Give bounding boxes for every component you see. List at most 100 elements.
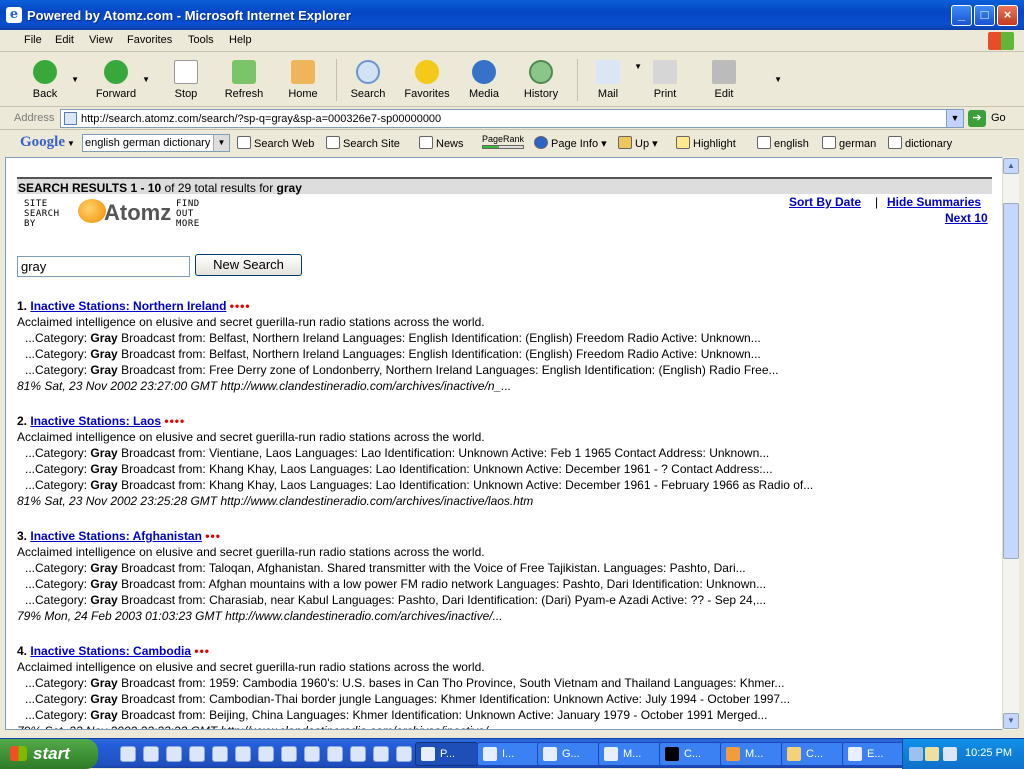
word-find-english[interactable]: english [757, 136, 809, 150]
edit-button[interactable]: Edit ▼ [696, 57, 782, 103]
highlight-button[interactable]: Highlight [676, 136, 736, 150]
word-find-dictionary[interactable]: dictionary [888, 136, 952, 150]
menu-view[interactable]: View [89, 34, 113, 46]
menu-favorites[interactable]: Favorites [127, 34, 172, 46]
result-title-link[interactable]: Inactive Stations: Cambodia [30, 644, 191, 658]
close-button[interactable]: × [997, 5, 1018, 26]
media-button[interactable]: Media [456, 57, 512, 103]
clock[interactable]: 10:25 PM [965, 747, 1012, 759]
snippet-text: Broadcast from: Beijing, China Languages… [117, 708, 768, 722]
menu-tools[interactable]: Tools [188, 34, 214, 46]
go-arrow-icon[interactable]: ➔ [968, 110, 986, 127]
forward-button[interactable]: Forward ▼ [88, 57, 150, 103]
result-snippet: ...Category: Gray Broadcast from: Free D… [17, 362, 997, 378]
address-field[interactable]: http://search.atomz.com/search/?sp-q=gra… [60, 109, 964, 128]
back-button[interactable]: Back ▼ [17, 57, 79, 103]
next-10-link[interactable]: Next 10 [945, 211, 988, 225]
stop-button[interactable]: Stop [158, 57, 214, 103]
snippet-text: Broadcast from: Khang Khay, Laos Languag… [117, 478, 814, 492]
go-button[interactable]: Go [991, 112, 1006, 124]
search-input[interactable]: gray [17, 256, 190, 277]
print-button[interactable]: Print [637, 57, 693, 103]
google-query[interactable]: english german dictionary [85, 137, 210, 149]
stop-icon [174, 60, 198, 84]
word-find-german[interactable]: german [822, 136, 876, 150]
snippet-text: Broadcast from: Vientiane, Laos Language… [117, 446, 770, 460]
up-button[interactable]: Up ▾ [618, 136, 658, 150]
task-button[interactable]: G... [537, 742, 600, 766]
result-title-link[interactable]: Inactive Stations: Northern Ireland [30, 299, 226, 313]
quicklaunch-icon[interactable] [258, 746, 274, 762]
home-button[interactable]: Home [275, 57, 331, 103]
snippet-keyword: Gray [90, 577, 118, 591]
quicklaunch-icon[interactable] [235, 746, 251, 762]
minimize-button[interactable]: _ [951, 5, 972, 26]
address-dropdown-icon[interactable]: ▼ [946, 110, 963, 127]
address-url[interactable]: http://search.atomz.com/search/?sp-q=gra… [81, 113, 441, 125]
pagerank-indicator[interactable]: PageRank [482, 134, 524, 149]
task-button[interactable]: M... [598, 742, 661, 766]
quicklaunch-word-icon[interactable] [350, 746, 366, 762]
results-header: SEARCH RESULTS 1 - 10 of 29 total result… [17, 177, 992, 195]
history-button[interactable]: History [513, 57, 569, 103]
tray-arrow-icon[interactable] [909, 747, 923, 761]
task-button[interactable]: E... [842, 742, 905, 766]
forward-label: Forward [95, 88, 137, 100]
task-label: E... [867, 748, 884, 760]
task-button[interactable]: M... [720, 742, 783, 766]
vertical-scrollbar[interactable]: ▲ ▼ [1002, 157, 1019, 730]
task-ie-active[interactable]: P... [415, 742, 478, 766]
sort-by-date-link[interactable]: Sort By Date [789, 195, 861, 209]
task-button[interactable]: C... [659, 742, 722, 766]
relevance-dots: ••• [205, 529, 221, 543]
result-snippet: ...Category: Gray Broadcast from: Vienti… [17, 445, 997, 461]
title-bar[interactable]: e Powered by Atomz.com - Microsoft Inter… [0, 0, 1024, 30]
snippet-keyword: Gray [90, 363, 118, 377]
quicklaunch-word-icon[interactable] [166, 746, 182, 762]
forward-dropdown-icon[interactable]: ▼ [142, 75, 150, 84]
result-number: 3. [17, 529, 28, 543]
menu-help[interactable]: Help [229, 34, 252, 46]
scroll-up-icon[interactable]: ▲ [1003, 158, 1019, 174]
task-button[interactable]: I... [477, 742, 540, 766]
quicklaunch-ie-icon[interactable] [143, 746, 159, 762]
quicklaunch-icon[interactable] [189, 746, 205, 762]
new-search-button[interactable]: New Search [195, 254, 302, 276]
result-description: Acclaimed intelligence on elusive and se… [17, 430, 485, 444]
hide-summaries-link[interactable]: Hide Summaries [887, 195, 981, 209]
task-button[interactable]: C... [781, 742, 844, 766]
scroll-down-icon[interactable]: ▼ [1003, 713, 1019, 729]
page-info-button[interactable]: Page Info ▾ [534, 136, 607, 150]
quicklaunch-icon[interactable] [327, 746, 343, 762]
cmd-task-icon [665, 747, 679, 761]
google-logo[interactable]: Google ▼ [20, 134, 75, 151]
scroll-thumb[interactable] [1003, 203, 1019, 559]
start-button[interactable]: start [0, 739, 98, 769]
search-button[interactable]: Search [340, 57, 396, 103]
quicklaunch-icon[interactable] [281, 746, 297, 762]
google-search-field[interactable]: english german dictionary ▼ [82, 134, 230, 152]
edit-dropdown-icon[interactable]: ▼ [774, 75, 782, 84]
back-dropdown-icon[interactable]: ▼ [71, 75, 79, 84]
favorites-button[interactable]: Favorites [399, 57, 455, 103]
tray-icon[interactable] [925, 747, 939, 761]
quicklaunch-icon[interactable] [304, 746, 320, 762]
google-dropdown-icon[interactable]: ▼ [213, 135, 229, 151]
logo-find: FIND [176, 199, 200, 209]
refresh-button[interactable]: Refresh [216, 57, 272, 103]
mail-button[interactable]: Mail ▼ [580, 57, 642, 103]
quicklaunch-icon[interactable] [212, 746, 228, 762]
menu-file[interactable]: File [24, 34, 42, 46]
search-web-button[interactable]: Search Web [237, 136, 314, 150]
news-button[interactable]: News [419, 136, 464, 150]
result-description: Acclaimed intelligence on elusive and se… [17, 545, 485, 559]
maximize-button[interactable]: □ [974, 5, 995, 26]
result-title-link[interactable]: Inactive Stations: Laos [30, 414, 161, 428]
search-site-button[interactable]: Search Site [326, 136, 400, 150]
tray-calendar-icon[interactable] [943, 747, 957, 761]
quicklaunch-icon[interactable] [396, 746, 412, 762]
quicklaunch-icon[interactable] [120, 746, 136, 762]
result-title-link[interactable]: Inactive Stations: Afghanistan [30, 529, 202, 543]
quicklaunch-icon[interactable] [373, 746, 389, 762]
menu-edit[interactable]: Edit [55, 34, 74, 46]
